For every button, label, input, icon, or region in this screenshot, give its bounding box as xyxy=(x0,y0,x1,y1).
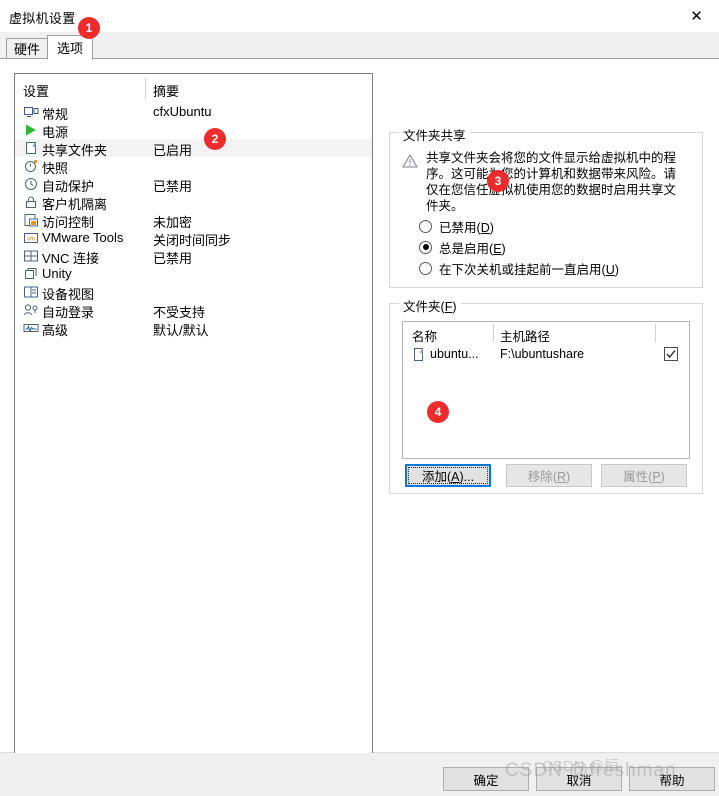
title-bar: 虚拟机设置 ✕ xyxy=(0,0,719,33)
settings-row-snapshot[interactable]: 快照 xyxy=(15,157,372,176)
unity-icon xyxy=(23,266,39,282)
folders-column-name: 名称 xyxy=(412,330,438,344)
folder-sharing-warning-text: 共享文件夹会将您的文件显示给虚拟机中的程序。这可能为您的计算机和数据带来风险。请… xyxy=(426,151,677,213)
annotation-badge-2: 2 xyxy=(204,128,226,150)
warning-triangle-icon xyxy=(402,153,418,169)
options-page: 设置 摘要 常规 cfxUbuntu 电源 共享文件夹 已启用 快照 自动保护 … xyxy=(0,59,719,759)
folder-properties-button[interactable]: 属性(P) xyxy=(601,464,687,487)
radio-always-enabled-mnemonic: E xyxy=(493,241,502,256)
settings-row-vmware-tools[interactable]: vm VMware Tools 关闭时间同步 xyxy=(15,229,372,248)
radio-icon xyxy=(419,261,432,275)
folders-column-host-path: 主机路径 xyxy=(500,330,551,344)
folder-host-path: F:\ubuntushare xyxy=(500,347,585,361)
window-title: 虚拟机设置 xyxy=(9,11,76,26)
radio-disabled-mnemonic: D xyxy=(480,220,490,235)
settings-row-advanced[interactable]: 高级 默认/默认 xyxy=(15,319,372,338)
settings-row-vnc[interactable]: VNC 连接 已禁用 xyxy=(15,247,372,266)
folders-list-header: 名称 主机路径 xyxy=(403,322,689,344)
annotation-badge-4: 4 xyxy=(427,401,449,423)
shared-folder-icon xyxy=(23,140,39,156)
settings-row-summary: cfxUbuntu xyxy=(153,104,212,119)
radio-until-shutdown-mnemonic: U xyxy=(605,262,615,277)
folders-list-row[interactable]: ubuntu... F:\ubuntushare xyxy=(403,345,689,365)
settings-row-autoprotect[interactable]: 自动保护 已禁用 xyxy=(15,175,372,194)
power-play-icon xyxy=(23,122,39,138)
vmware-tools-icon: vm xyxy=(23,230,39,246)
svg-text:vm: vm xyxy=(27,237,35,243)
radio-icon-selected xyxy=(419,240,432,254)
settings-row-summary: 默认/默认 xyxy=(153,323,209,338)
radio-always-enabled[interactable]: 总是启用(E) xyxy=(419,238,506,256)
device-view-icon xyxy=(23,284,39,300)
settings-column-header-setting: 设置 xyxy=(23,84,50,99)
radio-disabled-label: 已禁用 xyxy=(439,220,477,235)
settings-row-general[interactable]: 常规 cfxUbuntu xyxy=(15,103,372,122)
watermark-text-secondary: CSDN @恒 xyxy=(542,758,619,775)
autoprotect-icon xyxy=(23,176,39,192)
settings-row-label: Unity xyxy=(42,266,72,281)
radio-until-shutdown-label: 在下次关机或挂起前一直启用 xyxy=(439,262,602,277)
settings-row-device-view[interactable]: 设备视图 xyxy=(15,283,372,302)
settings-row-power[interactable]: 电源 xyxy=(15,121,372,140)
folder-sharing-legend: 文件夹共享 xyxy=(399,125,470,144)
remove-folder-label: 移除 xyxy=(527,470,553,484)
tab-hardware[interactable]: 硬件 xyxy=(6,38,48,59)
settings-column-divider xyxy=(145,78,146,99)
folder-icon xyxy=(412,347,426,362)
advanced-icon xyxy=(23,320,39,336)
auto-login-icon xyxy=(23,302,39,318)
vnc-icon xyxy=(23,248,39,264)
snapshot-clock-icon xyxy=(23,158,39,174)
settings-row-unity[interactable]: Unity xyxy=(15,265,372,283)
radio-icon xyxy=(419,219,432,233)
settings-row-auto-login[interactable]: 自动登录 不受支持 xyxy=(15,301,372,320)
folders-legend: 文件夹(F) xyxy=(399,296,461,315)
folder-name: ubuntu... xyxy=(430,347,479,361)
radio-disabled[interactable]: 已禁用(D) xyxy=(419,217,494,235)
focus-rect xyxy=(408,467,488,484)
access-control-icon xyxy=(23,212,39,228)
close-icon[interactable]: ✕ xyxy=(674,0,719,31)
column-divider xyxy=(655,324,656,342)
annotation-badge-3: 3 xyxy=(487,170,509,192)
settings-row-access-control[interactable]: 访问控制 未加密 xyxy=(15,211,372,230)
monitor-icon xyxy=(23,104,39,120)
settings-list[interactable]: 设置 摘要 常规 cfxUbuntu 电源 共享文件夹 已启用 快照 自动保护 … xyxy=(14,73,373,759)
column-divider xyxy=(493,324,494,342)
radio-always-enabled-label: 总是启用 xyxy=(439,241,490,256)
tab-strip: 硬件 选项 xyxy=(0,32,719,60)
settings-row-label: 高级 xyxy=(42,323,69,338)
settings-row-shared-folders[interactable]: 共享文件夹 已启用 xyxy=(15,139,372,158)
settings-row-guest-isolation[interactable]: 客户机隔离 xyxy=(15,193,372,212)
settings-column-header-summary: 摘要 xyxy=(153,84,180,99)
folders-list[interactable]: 名称 主机路径 ubuntu... F:\ubuntushare xyxy=(402,321,690,459)
settings-row-label: VMware Tools xyxy=(42,230,124,245)
folder-sharing-group: 文件夹共享 共享文件夹会将您的文件显示给虚拟机中的程序。这可能为您的计算机和数据… xyxy=(389,125,703,288)
radio-until-shutdown[interactable]: 在下次关机或挂起前一直启用(U) xyxy=(419,259,619,277)
folder-properties-label: 属性 xyxy=(623,470,649,484)
annotation-badge-1: 1 xyxy=(78,17,100,39)
lock-icon xyxy=(23,194,39,210)
add-folder-button[interactable]: 添加(A)... xyxy=(405,464,491,487)
folder-enabled-checkbox[interactable] xyxy=(664,347,678,361)
remove-folder-button[interactable]: 移除(R) xyxy=(506,464,592,487)
